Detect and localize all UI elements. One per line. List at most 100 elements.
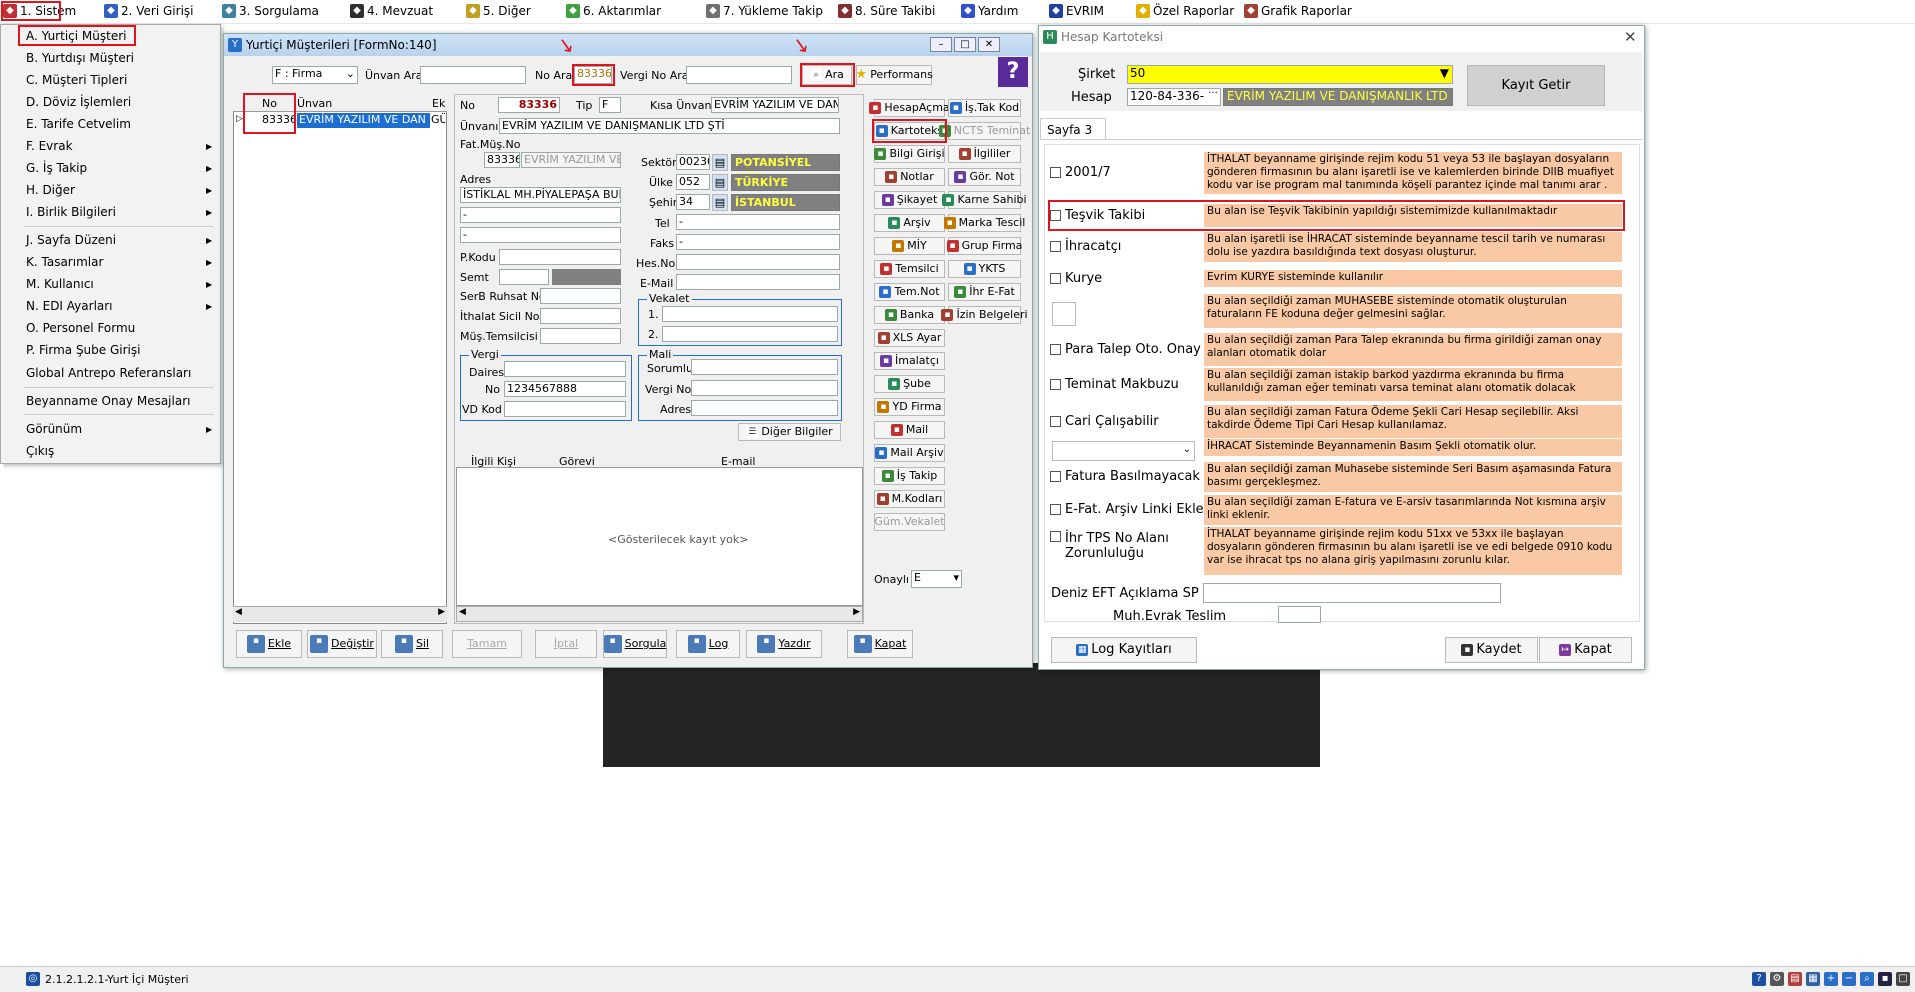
sektor-lookup-button[interactable]: ▤ [712, 154, 728, 171]
vekalet2-field[interactable] [662, 326, 838, 342]
checkbox-icon[interactable] [1050, 378, 1061, 390]
no-ara-input[interactable]: 83336 [574, 66, 612, 84]
menu-item-10[interactable]: ◆ Özel Raporlar [1136, 4, 1234, 18]
side-button-i-hr-e-fat[interactable]: ▪ İhr E-Fat [948, 283, 1021, 301]
side-button-ar-iv[interactable]: ▪ Arşiv [874, 214, 945, 232]
email-field[interactable] [676, 274, 840, 290]
grid-cell-ek[interactable]: GÜ [431, 113, 445, 128]
i-ptal-button[interactable]: İptal [535, 630, 597, 658]
semt-field[interactable] [499, 269, 549, 285]
sehir-lookup-button[interactable]: ▤ [712, 194, 728, 211]
adres1-field[interactable]: İSTİKLAL MH.PİYALEPAŞA BUL [460, 187, 621, 203]
checkbox-icon[interactable] [1050, 209, 1061, 221]
sistem-menu-item[interactable]: Çıkış [26, 444, 54, 458]
tab-sayfa3[interactable]: Sayfa 3 [1040, 118, 1106, 140]
deniz-eft-field[interactable] [1203, 583, 1501, 603]
hesap-row-checkbox[interactable]: Teminat Makbuzu [1050, 377, 1179, 392]
pkodu-field[interactable] [499, 249, 621, 265]
muh-evrak-field[interactable] [1278, 606, 1321, 623]
sistem-menu-item[interactable]: M. Kullanıcı [26, 277, 94, 291]
adres3-field[interactable]: - [460, 227, 621, 243]
onayli-select[interactable]: E ▾ [911, 570, 962, 588]
menu-item-5[interactable]: ◆ 6. Aktarımlar [566, 4, 661, 18]
mali-sorumlu-field[interactable] [691, 359, 838, 375]
sistem-menu-item[interactable]: J. Sayfa Düzeni [26, 233, 116, 247]
fat-mus-no-field[interactable]: 83336 [484, 152, 520, 168]
grid-hscroll[interactable]: ◀ ▶ [233, 606, 447, 622]
tamam-button[interactable]: Tamam [452, 630, 522, 658]
checkbox-icon[interactable] [1050, 471, 1061, 482]
menu-item-2[interactable]: ◆ 3. Sorgulama [222, 4, 319, 18]
diger-bilgiler-button[interactable]: ☰ Diğer Bilgiler [738, 423, 841, 441]
zoom-out-icon[interactable]: − [1842, 972, 1856, 986]
contacts-header-email[interactable]: E-mail [721, 455, 756, 468]
vergi-no-field[interactable]: 1234567888 [504, 381, 626, 397]
ulke-code-field[interactable]: 052 [676, 174, 710, 190]
ulke-lookup-button[interactable]: ▤ [712, 174, 728, 191]
side-button-xls-ayar[interactable]: ▪ XLS Ayar [874, 329, 945, 347]
zoom-fit-icon[interactable]: ⌕ [1860, 972, 1874, 986]
side-button--ikayet[interactable]: ▪ Şikayet [874, 191, 945, 209]
minimize-button[interactable]: – [930, 37, 952, 52]
hesap-row-checkbox[interactable]: Teşvik Takibi [1050, 208, 1145, 223]
menu-item-1[interactable]: ◆ 2. Veri Girişi [104, 4, 194, 18]
sirket-select[interactable]: 50 ▼ [1127, 65, 1453, 84]
menu-item-8[interactable]: ◆ Yardım [961, 4, 1018, 18]
sistem-menu-item[interactable]: D. Döviz İşlemleri [26, 95, 131, 109]
side-button-m-kodlar-[interactable]: ▪ M.Kodları [874, 490, 945, 508]
sistem-menu-item[interactable]: B. Yurtdışı Müşteri [26, 51, 134, 65]
side-button-mail[interactable]: ▪ Mail [874, 421, 945, 439]
kisa-unvan-field[interactable]: EVRİM YAZILIM VE DAN [711, 97, 839, 113]
side-button-notlar[interactable]: ▪ Notlar [874, 168, 945, 186]
menu-item-6[interactable]: ◆ 7. Yükleme Takip [706, 4, 823, 18]
yazdır-button[interactable]: ▪ Yazdır [746, 630, 822, 658]
no-field[interactable]: 83336 [498, 97, 560, 113]
değiştir-button[interactable]: ▪ Değiştir [307, 630, 377, 658]
side-button--ube[interactable]: ▪ Şube [874, 375, 945, 393]
sistem-menu-item[interactable]: O. Personel Formu [26, 321, 135, 335]
taskbar-item[interactable]: ◎ 2.1.2.1.2.1-Yurt İçi Müşteri [26, 972, 189, 986]
menu-item-4[interactable]: ◆ 5. Diğer [466, 4, 531, 18]
fe-checkbox-box[interactable] [1052, 302, 1076, 326]
menu-item-7[interactable]: ◆ 8. Süre Takibi [838, 4, 935, 18]
vd-kod-field[interactable] [504, 401, 626, 417]
side-button-temsilci[interactable]: ▪ Temsilci [874, 260, 945, 278]
grid-header-ek[interactable]: Ek [432, 97, 445, 110]
side-button-marka-tescil[interactable]: ▪ Marka Tescil [943, 214, 1025, 232]
ara-button[interactable]: ⌕ Ara [802, 65, 852, 85]
side-button-i-zin-belgeleri[interactable]: ▪ İzin Belgeleri [941, 306, 1028, 324]
side-button-ykts[interactable]: ▪ YKTS [948, 260, 1021, 278]
checkbox-icon[interactable] [1050, 241, 1061, 252]
save-tray-icon[interactable]: ▪ [1878, 972, 1892, 986]
side-button-banka[interactable]: ▪ Banka [874, 306, 945, 324]
side-button-mi-y[interactable]: ▪ MİY [874, 237, 945, 255]
side-button-grup-firma[interactable]: ▪ Grup Firma [946, 237, 1022, 255]
grid-cell-no[interactable]: 83336 [245, 113, 297, 128]
sistem-menu-item[interactable]: A. Yurtiçi Müşteri [26, 29, 126, 43]
hesap-row-checkbox[interactable]: Kurye [1050, 271, 1102, 286]
menu-item-9[interactable]: ◆ EVRIM [1049, 4, 1104, 18]
ithalat-sicil-field[interactable] [540, 308, 621, 324]
window-tray-icon[interactable]: □ [1896, 972, 1910, 986]
side-button-mail-ar-iv[interactable]: ▪ Mail Arşiv [874, 444, 945, 462]
side-button-i-lgililer[interactable]: ▪ İlgililer [948, 145, 1021, 163]
vergi-no-ara-input[interactable] [686, 66, 792, 84]
sehir-code-field[interactable]: 34 [676, 194, 710, 210]
flag-tray-icon[interactable]: ▤ [1788, 972, 1802, 986]
help-tray-icon[interactable]: ? [1752, 972, 1766, 986]
sistem-menu-item[interactable]: N. EDI Ayarları [26, 299, 113, 313]
sistem-menu-item[interactable]: K. Tasarımlar [26, 255, 103, 269]
sil-button[interactable]: ▪ Sil [381, 630, 443, 658]
side-button-ncts-teminat[interactable]: ▪ NCTS Teminat [938, 122, 1030, 140]
sistem-menu-item[interactable]: Beyanname Onay Mesajları [26, 394, 190, 408]
ekle-button[interactable]: ▪ Ekle [236, 630, 302, 658]
performans-button[interactable]: ★ Performans [855, 65, 933, 85]
menu-item-3[interactable]: ◆ 4. Mevzuat [350, 4, 433, 18]
serb-field[interactable] [540, 288, 621, 304]
checkbox-icon[interactable] [1050, 504, 1061, 515]
hesap-close-icon[interactable]: ✕ [1624, 28, 1637, 46]
sistem-menu-item[interactable]: Global Antrepo Referansları [26, 366, 191, 380]
mali-adres-field[interactable] [691, 400, 838, 416]
sektor-code-field[interactable]: 00230 [676, 154, 710, 170]
hesap-row-checkbox[interactable]: Para Talep Oto. Onay [1050, 342, 1201, 357]
